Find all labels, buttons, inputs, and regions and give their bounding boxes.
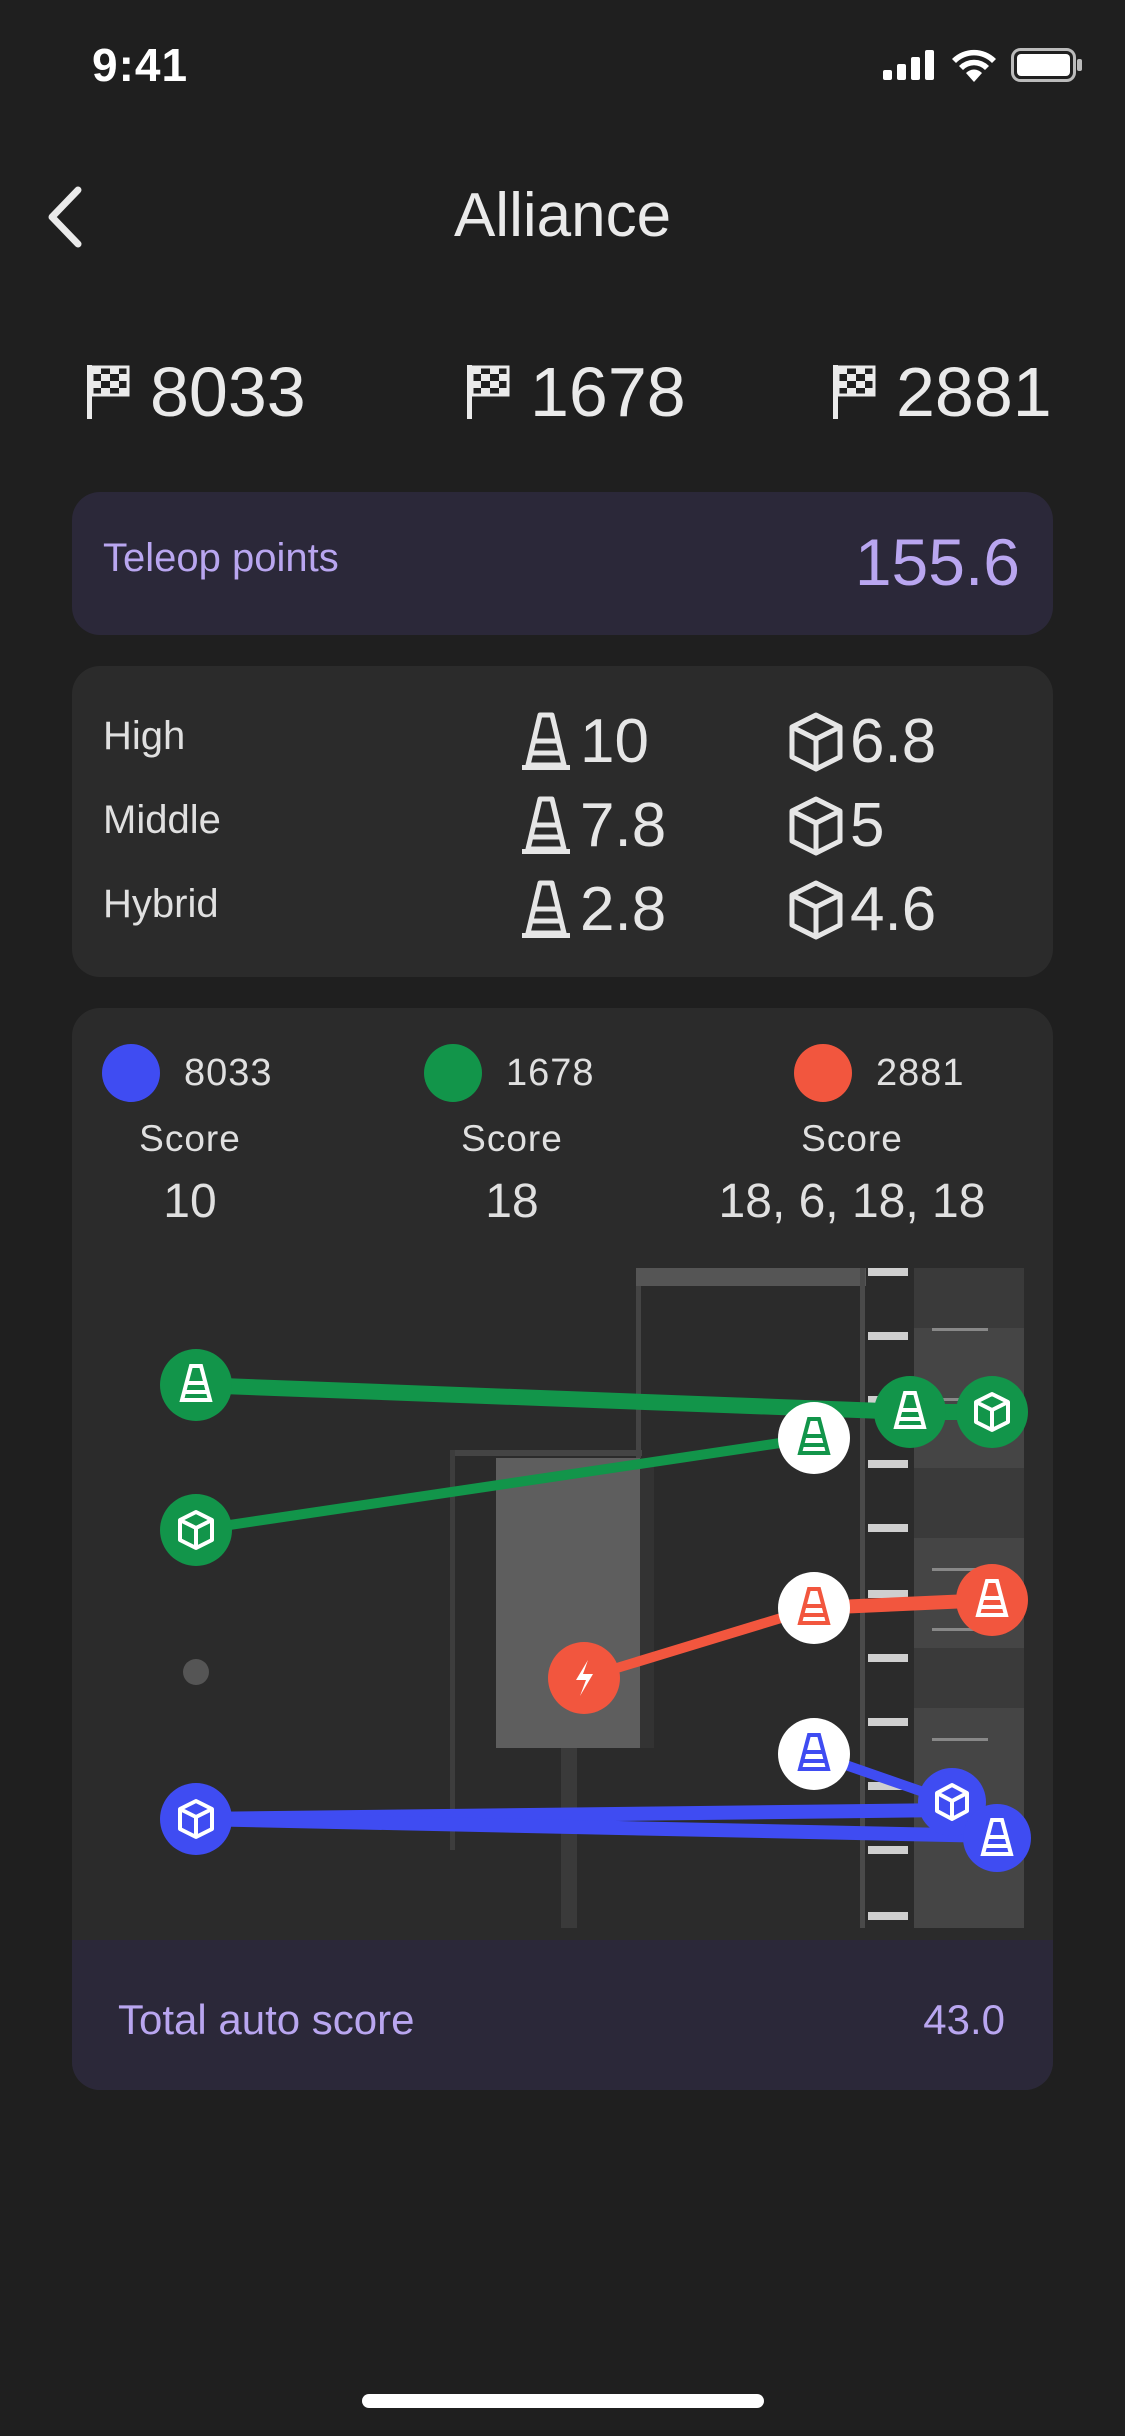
score-label-1678: Score <box>461 1118 563 1159</box>
score-value-2881: 18, 6, 18, 18 <box>718 1175 986 1228</box>
charge-station-edge <box>640 1458 654 1748</box>
score-label-8033: Score <box>139 1118 241 1159</box>
blue-cone-pickup-marker <box>778 1718 850 1790</box>
grid-node-marker <box>868 1332 908 1340</box>
level-label-hybrid: Hybrid <box>103 882 219 926</box>
legend-item-8033: 8033 <box>102 1044 273 1102</box>
level-label-high: High <box>103 714 186 758</box>
grid-node-marker <box>868 1718 908 1726</box>
start-position-dot <box>183 1659 209 1685</box>
cube-icon <box>789 796 843 855</box>
green-cone-start-marker <box>160 1349 232 1421</box>
charge-station-post <box>450 1450 455 1850</box>
teleop-points-card: Teleop points 155.6 <box>72 492 1053 635</box>
cube-icon <box>789 880 843 939</box>
field-top-rail <box>636 1268 866 1286</box>
cone-icon <box>522 880 570 938</box>
home-indicator[interactable] <box>362 2394 764 2408</box>
grid-tick <box>932 1738 988 1741</box>
score-value-8033: 10 <box>163 1175 217 1228</box>
middle-cube-value: 5 <box>788 790 884 861</box>
grid-node-marker <box>868 1268 908 1276</box>
red-charge-marker <box>548 1642 620 1714</box>
red-cone-score-marker <box>956 1564 1028 1636</box>
total-auto-score-bar: Total auto score 43.0 <box>72 1940 1053 2090</box>
high-cone-value: 10 <box>518 706 649 777</box>
cone-icon <box>522 712 570 770</box>
grid-node-marker <box>868 1654 908 1662</box>
charge-station-leg <box>561 1748 577 1928</box>
team-number: 2881 <box>896 353 1052 431</box>
battery-icon <box>1011 48 1082 82</box>
grid-node-marker <box>868 1460 908 1468</box>
teleop-points-value: 155.6 <box>854 525 1020 599</box>
high-cube-value: 6.8 <box>788 706 936 777</box>
team-8033: 8033 <box>84 352 306 432</box>
total-auto-score-value: 43.0 <box>923 1996 1005 2043</box>
wifi-icon <box>952 49 996 82</box>
auto-paths-card: 8033 1678 2881 Score Score Score 10 18 1… <box>72 1008 1053 2090</box>
team-number: 8033 <box>150 353 306 431</box>
auto-field-map <box>160 1268 1031 1928</box>
total-auto-score-label: Total auto score <box>118 1996 415 2043</box>
grid-tick <box>932 1328 988 1331</box>
status-icons <box>883 48 1083 82</box>
status-time: 9:41 <box>92 39 189 91</box>
green-cone-pickup-marker <box>778 1402 850 1474</box>
cellular-signal-icon <box>883 50 934 80</box>
grid-node-marker <box>868 1524 908 1532</box>
score-value-1678: 18 <box>485 1175 539 1228</box>
grid-node-marker <box>868 1846 908 1854</box>
team-2881: 2881 <box>830 352 1052 432</box>
cone-icon <box>522 796 570 854</box>
scoring-levels-card: High Middle Hybrid 10 7.8 2.8 6.8 5 4.6 <box>72 666 1053 977</box>
team-number: 1678 <box>530 353 686 431</box>
green-cube-start-marker <box>160 1494 232 1566</box>
team-1678: 1678 <box>464 352 686 432</box>
hybrid-cone-value: 2.8 <box>518 874 666 945</box>
cube-icon <box>789 712 843 771</box>
grid-node-marker <box>868 1590 908 1598</box>
checkered-flag-icon <box>87 365 130 419</box>
hybrid-cube-value: 4.6 <box>788 874 936 945</box>
middle-cone-value: 7.8 <box>518 790 666 861</box>
green-cube-score-marker <box>956 1376 1028 1448</box>
score-label-2881: Score <box>801 1118 903 1159</box>
checkered-flag-icon <box>833 365 876 419</box>
green-cone-score-marker <box>874 1376 946 1448</box>
legend-item-1678: 1678 <box>424 1044 595 1102</box>
blue-cone-score-marker <box>963 1804 1031 1872</box>
checkered-flag-icon <box>467 365 510 419</box>
team-color-dot <box>102 1044 160 1102</box>
legend-item-2881: 2881 <box>794 1044 965 1102</box>
teleop-points-label: Teleop points <box>103 536 339 580</box>
red-cone-pickup-marker <box>778 1572 850 1644</box>
team-color-dot <box>794 1044 852 1102</box>
blue-cube-start-marker <box>160 1783 232 1855</box>
level-label-middle: Middle <box>103 798 221 842</box>
blue-path <box>195 1812 998 1843</box>
team-color-dot <box>424 1044 482 1102</box>
grid-node-marker <box>868 1912 908 1920</box>
charge-station-rail <box>452 1450 642 1456</box>
page-title: Alliance <box>453 181 672 250</box>
